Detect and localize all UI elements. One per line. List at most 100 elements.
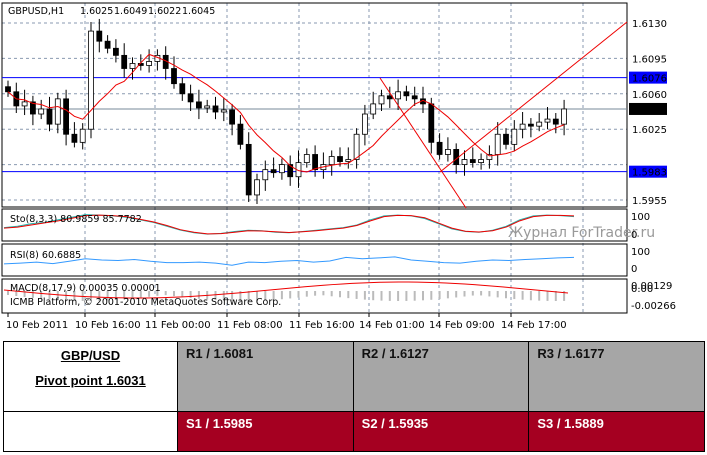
r2-cell: R2 / 1.6127	[352, 341, 530, 412]
candle	[46, 108, 53, 125]
svg-text:100: 100	[631, 212, 650, 223]
price-tag-label: 1.6076	[632, 74, 667, 85]
s1-cell: S1 / 1.5985	[177, 411, 354, 452]
candle	[519, 123, 526, 130]
sto-label: Sto(8,3,3) 80.9859 85.7782	[10, 214, 142, 225]
copyright: ICMB Platform, © 2001-2010 MetaQuotes So…	[10, 297, 281, 308]
candle	[353, 133, 360, 160]
svg-text:1.6049: 1.6049	[114, 6, 147, 17]
candle	[54, 98, 61, 125]
candle	[544, 118, 551, 123]
rsi-label: RSI(8) 60.6885	[10, 250, 81, 261]
y-tick-label: 1.6025	[632, 125, 667, 136]
candle	[38, 108, 45, 115]
candle	[195, 101, 202, 109]
candle	[237, 123, 244, 145]
candle	[278, 164, 285, 174]
svg-text:1.6022: 1.6022	[148, 6, 181, 17]
candle	[370, 103, 377, 115]
pivot-label: Pivot point 1.6031	[35, 373, 146, 388]
candle	[245, 143, 252, 196]
candle	[337, 156, 343, 162]
x-tick-label: 11 Feb 08:00	[217, 320, 283, 331]
y-tick-label: 1.5955	[632, 196, 667, 207]
candle	[494, 133, 501, 155]
candle	[146, 61, 153, 66]
candle	[461, 159, 468, 165]
price-tag-label: 1.5983	[632, 168, 667, 179]
candle	[21, 101, 28, 107]
svg-text:-0.00266: -0.00266	[631, 301, 676, 312]
candle	[444, 149, 451, 155]
empty-cell	[3, 411, 178, 452]
candle	[220, 109, 227, 113]
candle	[254, 179, 260, 196]
candle	[345, 159, 352, 162]
pair-label: GBP/USD	[60, 348, 121, 363]
chart-title: GBPUSD,H1	[8, 6, 64, 17]
candle	[129, 63, 136, 69]
s2-cell: S2 / 1.5935	[352, 411, 530, 452]
svg-text:100: 100	[631, 247, 650, 258]
x-tick-label: 14 Feb 09:00	[429, 320, 495, 331]
candle	[5, 86, 11, 93]
candle	[303, 154, 310, 163]
candle	[361, 113, 368, 135]
candle	[428, 103, 435, 143]
candle	[88, 30, 94, 130]
candle	[395, 91, 402, 100]
svg-text:0: 0	[631, 264, 637, 275]
svg-text:1.6045: 1.6045	[182, 6, 215, 17]
r3-cell: R3 / 1.6177	[528, 341, 705, 412]
x-tick-label: 14 Feb 01:00	[359, 320, 425, 331]
ohlc-header: 1.6025 1.6049 1.6022 1.6045	[80, 6, 215, 17]
candle	[312, 154, 319, 171]
x-tick-label: 10 Feb 16:00	[75, 320, 141, 331]
y-tick-label: 1.6095	[632, 54, 667, 65]
x-tick-label: 11 Feb 16:00	[289, 320, 355, 331]
x-tick-label: 11 Feb 00:00	[145, 320, 211, 331]
candle	[469, 159, 476, 163]
rsi-line	[3, 256, 575, 266]
candle	[229, 109, 236, 125]
candle	[528, 123, 534, 127]
candle	[104, 40, 111, 49]
svg-text:0.00: 0.00	[631, 284, 653, 295]
candle	[63, 98, 69, 135]
y-tick-label: 1.6130	[632, 19, 667, 30]
candle	[79, 128, 86, 143]
candle	[536, 121, 543, 127]
candle	[403, 91, 410, 97]
candle	[171, 68, 177, 85]
current-price-label: 1.6045	[632, 105, 667, 116]
r1-cell: R1 / 1.6081	[177, 341, 354, 412]
candle	[204, 105, 211, 109]
candle	[436, 141, 443, 155]
candle	[262, 169, 269, 181]
x-tick-label: 10 Feb 2011	[6, 320, 68, 331]
pair-cell: GBP/USD Pivot point 1.6031	[3, 341, 178, 412]
candle	[113, 47, 119, 56]
y-tick-label: 1.6060	[632, 90, 667, 101]
candle	[96, 30, 103, 42]
price-chart[interactable]: 1.6076 1.5983 1.6045 GBPUSD,H1 1.6025 1.60…	[0, 0, 707, 335]
trend-line	[439, 21, 628, 173]
candle	[121, 54, 128, 69]
candle	[552, 118, 559, 125]
candle	[378, 95, 385, 105]
svg-text:0: 0	[631, 230, 637, 241]
candle	[187, 93, 194, 103]
candle	[328, 156, 335, 165]
macd-label: MACD(8,17,9) 0.00035 0.00001	[10, 283, 161, 294]
s3-cell: S3 / 1.5889	[528, 411, 705, 452]
candle	[179, 83, 186, 95]
candle	[270, 169, 277, 174]
candle	[511, 128, 518, 145]
candle	[561, 108, 567, 125]
candle	[212, 105, 219, 113]
candle	[478, 159, 485, 163]
svg-text:1.6025: 1.6025	[80, 6, 113, 17]
pivot-table: GBP/USD Pivot point 1.6031 R1 / 1.6081 R…	[3, 341, 705, 452]
candle	[411, 95, 418, 100]
candle	[71, 133, 78, 143]
